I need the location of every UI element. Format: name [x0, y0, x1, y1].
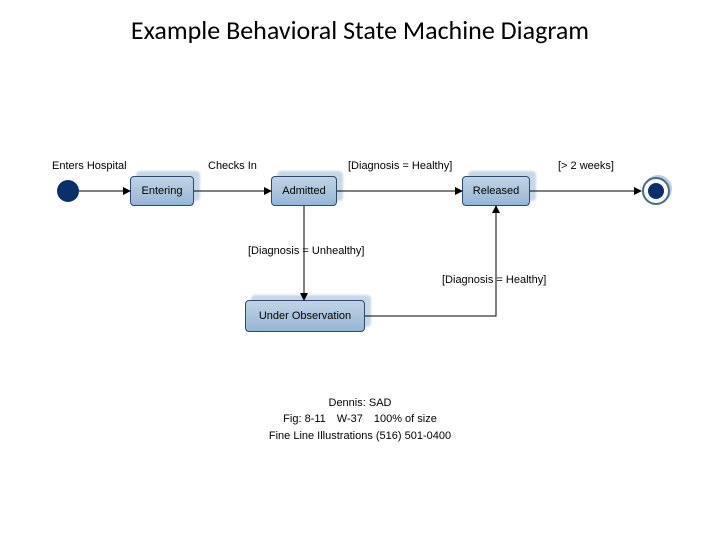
- label-diag-healthy-top: [Diagnosis = Healthy]: [348, 160, 452, 172]
- footer: Dennis: SAD Fig: 8-11 W-37 100% of size …: [0, 395, 720, 445]
- label-checks-in: Checks In: [208, 160, 257, 172]
- state-admitted-label: Admitted: [271, 176, 337, 206]
- arrow-gt2weeks: [530, 186, 642, 198]
- final-state: [642, 177, 670, 205]
- footer-line2: Fig: 8-11 W-37 100% of size: [0, 411, 720, 428]
- initial-state: [57, 180, 79, 202]
- state-entering: Entering: [130, 176, 194, 206]
- state-under-observation: Under Observation: [245, 300, 365, 332]
- footer-line1: Dennis: SAD: [0, 395, 720, 412]
- state-entering-label: Entering: [130, 176, 194, 206]
- arrow-enters-hospital: [79, 186, 131, 198]
- state-released-label: Released: [462, 176, 530, 206]
- label-diag-unhealthy: [Diagnosis = Unhealthy]: [248, 245, 364, 257]
- page-title: Example Behavioral State Machine Diagram: [0, 14, 720, 46]
- arrow-diag-healthy-bottom: [365, 205, 505, 325]
- arrow-checks-in: [194, 186, 272, 198]
- state-released: Released: [462, 176, 530, 206]
- state-admitted: Admitted: [271, 176, 337, 206]
- label-gt2weeks: [> 2 weeks]: [558, 160, 614, 172]
- state-under-observation-label: Under Observation: [245, 300, 365, 332]
- footer-line3: Fine Line Illustrations (516) 501-0400: [0, 428, 720, 445]
- arrow-diag-healthy-top: [337, 186, 463, 198]
- label-diag-healthy-bottom: [Diagnosis = Healthy]: [442, 274, 546, 286]
- label-enters-hospital: Enters Hospital: [52, 160, 127, 172]
- slide: Example Behavioral State Machine Diagram…: [0, 0, 720, 540]
